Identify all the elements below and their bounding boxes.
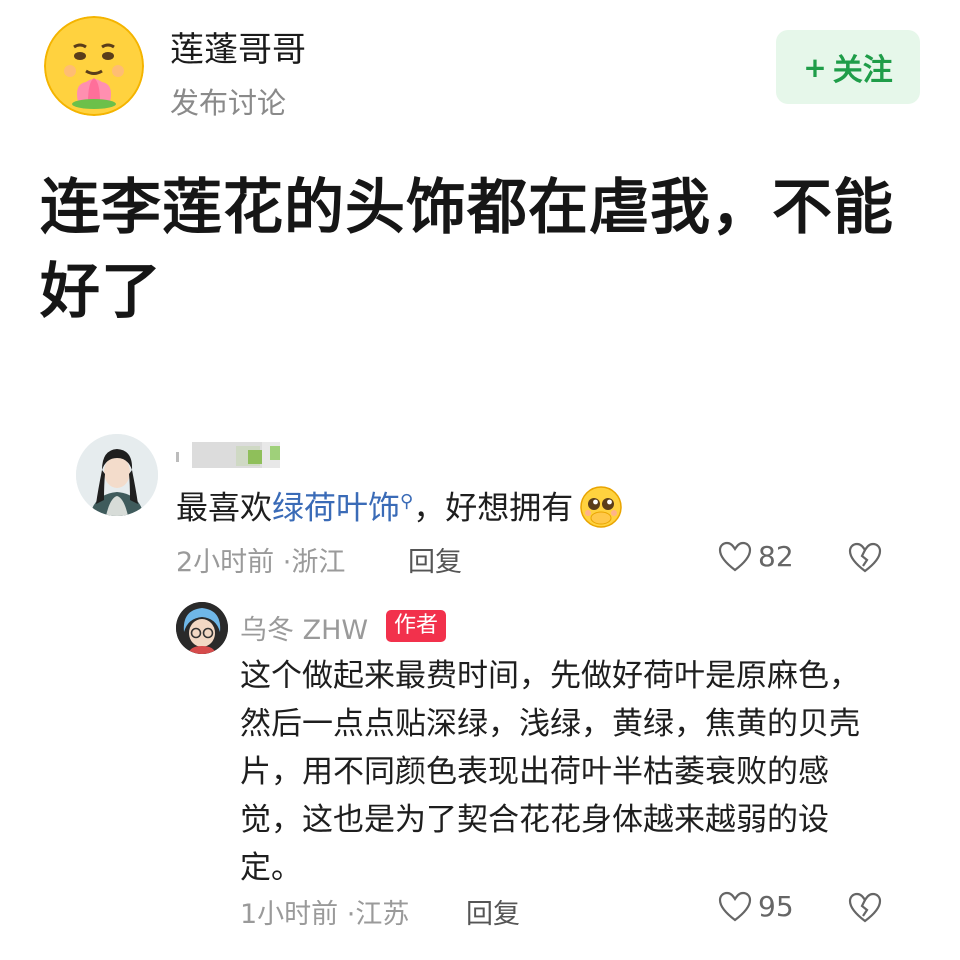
blurred-name-icon [176,442,280,468]
like-count: 82 [758,540,794,573]
search-icon[interactable]: ⚲ [400,491,413,512]
dislike-button[interactable] [848,892,882,928]
commenter-avatar[interactable] [76,434,158,516]
plus-icon: + [803,50,827,84]
like-button[interactable]: 82 [718,540,794,573]
author-name[interactable]: 乌冬 ZHW [240,608,368,647]
reply-button[interactable]: 回复 [408,540,462,579]
post-action-label: 发布讨论 [170,86,287,120]
poster-avatar[interactable] [44,16,144,116]
reply-time: 1小时前 [240,899,339,930]
reply-location: 江苏 [355,899,410,930]
comment-location: 浙江 [291,547,346,578]
broken-heart-icon [848,892,882,923]
commenter-name-obscured [176,440,296,470]
follow-label: 关注 [832,53,893,88]
post-title: 连李莲花的头饰都在虐我，不能好了 [40,173,894,327]
like-button[interactable]: 95 [718,890,794,923]
reply-body: 这个做起来最费时间，先做好荷叶是原麻色，然后一点点贴深绿，浅绿，黄绿，焦黄的贝壳… [240,658,860,886]
author-avatar[interactable] [176,602,228,654]
poster-name[interactable]: 莲蓬哥哥 [170,22,306,71]
heart-icon [718,541,752,571]
follow-button[interactable]: + 关注 [776,30,920,104]
comment-text-start: 最喜欢 [176,488,273,527]
comment-meta: 2小时前 ·浙江 [176,540,345,579]
person-avatar-icon [76,434,158,516]
dislike-button[interactable] [848,542,882,578]
heart-icon [718,891,752,921]
pleading-face-emoji-icon [580,485,622,528]
comment-body: 最喜欢绿荷叶饰⚲，好想拥有 [176,478,623,532]
lotus-emoji-avatar-icon [44,16,144,116]
comment-text-end: ，好想拥有 [413,488,574,527]
author-badge: 作者 [386,610,447,642]
comment-time: 2小时前 [176,547,275,578]
like-count: 95 [758,890,794,923]
broken-heart-icon [848,542,882,573]
keyword-link[interactable]: 绿荷叶饰 [272,489,400,527]
cartoon-avatar-icon [176,602,228,654]
reply-meta: 1小时前 ·江苏 [240,892,409,931]
reply-button[interactable]: 回复 [466,892,520,931]
